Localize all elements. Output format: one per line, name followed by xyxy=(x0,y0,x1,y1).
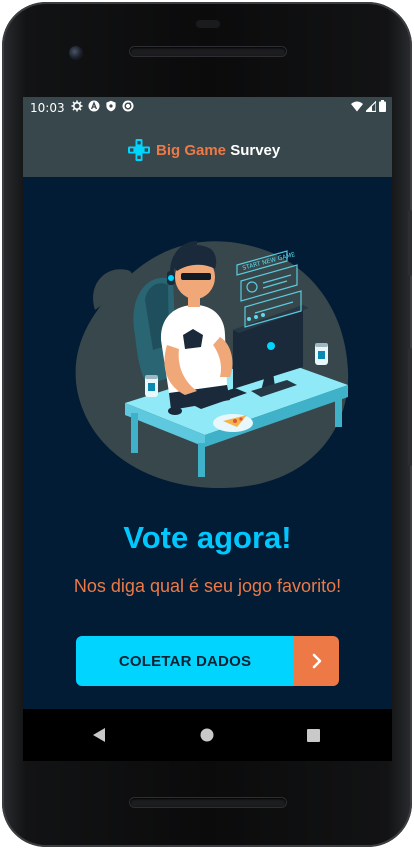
app-title: Big Game Survey xyxy=(156,142,280,159)
subtitle: Nos diga qual é seu jogo favorito! xyxy=(73,576,342,596)
a-badge-icon xyxy=(88,100,100,112)
brand: Big Game Survey xyxy=(127,138,280,162)
home-content: START NEW GAME Vote agora! Nos diga qual… xyxy=(23,177,392,709)
status-right-icons xyxy=(351,100,386,112)
earpiece-speaker xyxy=(130,47,286,56)
chevron-right-icon xyxy=(312,653,321,669)
app-title-survey: Survey xyxy=(230,141,281,159)
bottom-speaker xyxy=(130,798,286,807)
front-camera xyxy=(69,46,83,60)
phone-frame: 10:03 Big Game Survey START NEW GAME Vot… xyxy=(2,2,412,847)
gamepad-cross-icon xyxy=(128,139,150,161)
volume-button xyxy=(408,348,412,466)
recents-icon xyxy=(306,728,320,742)
device-screen: 10:03 Big Game Survey START NEW GAME Vot… xyxy=(23,97,392,761)
shield-icon xyxy=(106,100,116,112)
collect-data-label: COLETAR DADOS xyxy=(76,636,294,686)
status-left-icons xyxy=(71,100,134,112)
wifi-icon xyxy=(351,101,363,111)
back-icon xyxy=(93,728,105,742)
system-nav-bar xyxy=(23,709,392,761)
power-button xyxy=(408,210,412,276)
battery-icon xyxy=(379,100,386,112)
status-time: 10:03 xyxy=(30,101,65,115)
gamer-at-desk-illustration: START NEW GAME xyxy=(75,241,349,489)
back-button[interactable] xyxy=(87,723,111,747)
home-button[interactable] xyxy=(195,723,219,747)
home-icon xyxy=(200,728,214,742)
app-title-big-game: Big Game xyxy=(156,141,227,159)
headline: Vote agora! xyxy=(123,520,292,555)
app-bar: Big Game Survey xyxy=(23,119,392,177)
status-bar: 10:03 xyxy=(23,97,392,119)
sync-icon xyxy=(122,100,134,112)
signal-icon xyxy=(366,100,376,112)
settings-icon xyxy=(71,100,83,112)
cta-arrow-box xyxy=(294,636,339,686)
proximity-sensor xyxy=(196,20,220,28)
collect-data-button[interactable]: COLETAR DADOS xyxy=(76,636,339,686)
recents-button[interactable] xyxy=(301,723,325,747)
